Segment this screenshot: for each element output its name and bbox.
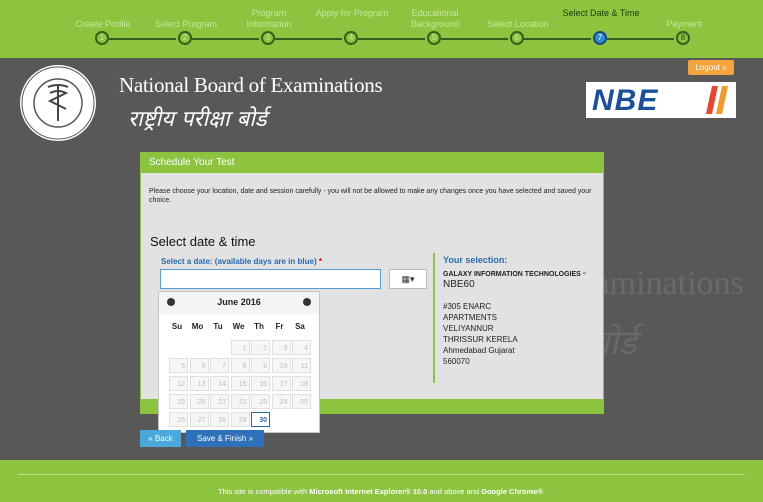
calendar-day: 9 [251, 358, 270, 373]
nbe-logo-bars [706, 86, 728, 114]
weekday-label: Fr [275, 322, 284, 331]
step-label: Create Profile [75, 19, 131, 29]
calendar-day: 19 [169, 394, 188, 409]
step-number-icon: 2 [178, 31, 192, 45]
step-label: Select Location [487, 19, 549, 29]
step-connector [109, 38, 176, 40]
step-number-icon: 4 [344, 31, 358, 45]
step-connector [441, 38, 508, 40]
calendar-day[interactable]: 30 [251, 412, 270, 427]
section-title: Select date & time [150, 234, 256, 249]
calendar-day: 10 [271, 358, 291, 373]
weekday-label: Mo [191, 322, 204, 331]
compatibility-note: This site is compatible with Microsoft I… [217, 487, 546, 496]
date-label: Select a date: (available days are in bl… [161, 257, 322, 266]
calendar-day: 16 [251, 376, 270, 391]
calendar-day: 22 [230, 394, 250, 409]
panel-title: Schedule Your Test [141, 153, 603, 173]
org-name-english: National Board of Examinations [119, 73, 383, 97]
progress-bar: Create Profile 1 Select Program 2 Program In… [0, 0, 763, 58]
date-picker: June 2016 Su Mo Tu We Th Fr Sa 1 2 3 4 5 6 7 8 9 10 11 12… [158, 291, 320, 433]
step-label: Select Program [154, 19, 218, 29]
address-line: #305 ENARC [443, 302, 492, 311]
footer-divider [18, 474, 745, 475]
calendar-day: 28 [210, 412, 229, 427]
weekday-label: Su [171, 322, 183, 331]
address-line: 560070 [443, 357, 470, 366]
calendar-day: 29 [230, 412, 250, 427]
calendar-day: 3 [271, 340, 291, 355]
address-line: APARTMENTS [443, 313, 497, 322]
calendar-day: 18 [292, 376, 311, 391]
weekday-label: Tu [213, 322, 223, 331]
step-label: Educational Background [410, 8, 460, 29]
calendar-day: 21 [210, 394, 229, 409]
step-label: Payment [666, 19, 702, 29]
calendar-day: 17 [271, 376, 291, 391]
step-number-icon: 1 [95, 31, 109, 45]
weekday-label: We [232, 322, 245, 331]
selection-title: Your selection: [443, 255, 508, 265]
back-button[interactable]: « Back [140, 430, 181, 447]
calendar-day: 14 [210, 376, 229, 391]
calendar-month-title: June 2016 [217, 297, 261, 307]
your-selection: Your selection: GALAXY INFORMATION TECHN… [433, 253, 593, 383]
date-input[interactable] [160, 269, 381, 289]
address-line: Ahmedabad Gujarat [443, 346, 515, 355]
save-finish-button[interactable]: Save & Finish » [186, 430, 264, 447]
step-label: Apply for Program [315, 8, 389, 18]
step-connector [192, 38, 259, 40]
step-connector [607, 38, 674, 40]
calendar-day: 12 [169, 376, 188, 391]
step-number-icon: 7 [593, 31, 607, 45]
calendar-day: 4 [292, 340, 311, 355]
step-connector [524, 38, 591, 40]
address-line: THRISSUR KERELA [443, 335, 518, 344]
weekday-label: Th [254, 322, 264, 331]
nbe-logo: NBE [586, 82, 736, 118]
calendar-day: 20 [189, 394, 209, 409]
footer: This site is compatible with Microsoft I… [0, 460, 763, 502]
step-label: Program Information [246, 8, 292, 29]
center-name: GALAXY INFORMATION TECHNOLOGIES - NBE60 [443, 268, 587, 290]
center-address: #305 ENARC APARTMENTS VELIYANNUR THRISSUR K… [443, 301, 593, 367]
step-connector [275, 38, 342, 40]
logout-button[interactable]: Logout » [688, 60, 734, 75]
next-month-icon[interactable] [303, 298, 311, 306]
org-name-hindi: राष्ट्रीय परीक्षा बोर्ड [128, 107, 267, 132]
step-number-icon: 3 [261, 31, 275, 45]
calendar-day: 8 [230, 358, 250, 373]
calendar-day: 2 [251, 340, 270, 355]
calendar-header: June 2016 [159, 292, 319, 314]
calendar-day: 11 [292, 358, 311, 373]
calendar-day: 26 [169, 412, 188, 427]
calendar-day: 24 [271, 394, 291, 409]
step-connector [358, 38, 425, 40]
calendar-day: 1 [230, 340, 250, 355]
calendar-day: 25 [292, 394, 311, 409]
calendar-button[interactable]: ▦▾ [389, 269, 427, 289]
calendar-day: 27 [189, 412, 209, 427]
calendar-day: 7 [210, 358, 229, 373]
address-line: VELIYANNUR [443, 324, 494, 333]
step-label: Select Date & Time [562, 8, 640, 18]
weekday-label: Sa [295, 322, 305, 331]
calendar-day: 6 [189, 358, 209, 373]
step-number-icon: 8 [676, 31, 690, 45]
step-number-icon: 6 [510, 31, 524, 45]
panel-note: Please choose your location, date and se… [149, 188, 592, 204]
step-number-icon: 5 [427, 31, 441, 45]
calendar-day: 13 [189, 376, 209, 391]
calendar-day: 23 [251, 394, 270, 409]
nbe-seal-logo [20, 65, 96, 141]
required-mark: * [318, 257, 322, 266]
calendar-day: 5 [169, 358, 188, 373]
calendar-day: 15 [230, 376, 250, 391]
